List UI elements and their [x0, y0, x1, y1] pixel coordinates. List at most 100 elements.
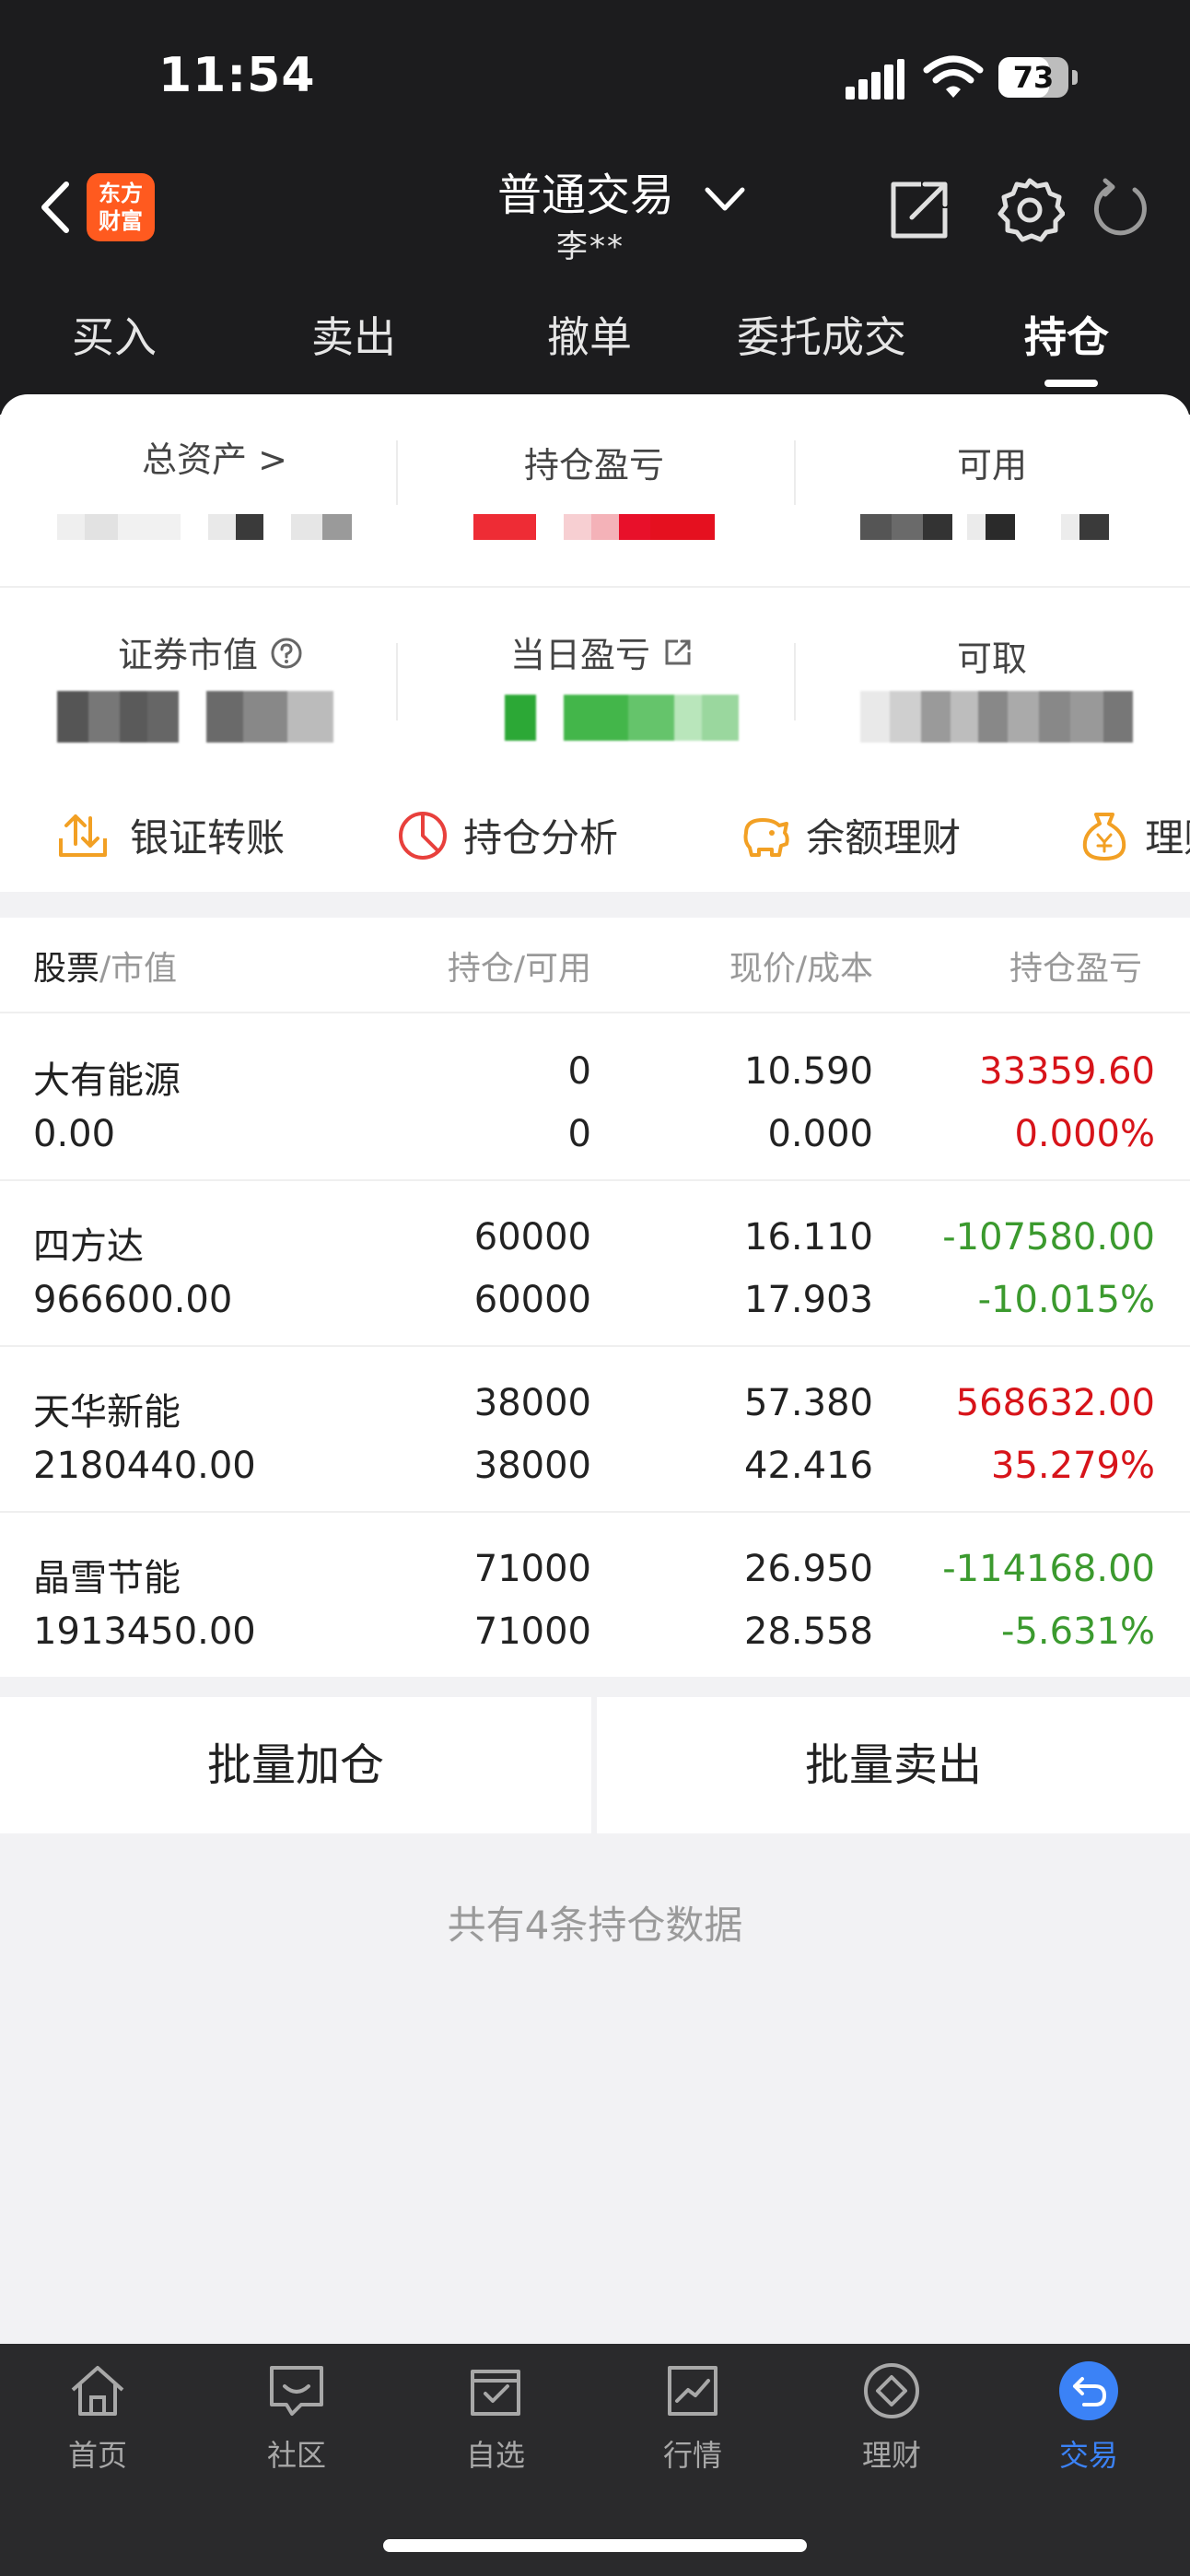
battery-level: 73	[1012, 60, 1055, 95]
help-icon[interactable]	[269, 636, 304, 671]
withdrawable-masked	[860, 691, 1133, 743]
table-row[interactable]: 晶雪节能 1913450.00 71000 71000 26.950 28.558 -114…	[0, 1513, 1190, 1679]
holding-qty: 71000	[473, 1548, 591, 1590]
available-qty: 71000	[473, 1610, 591, 1653]
wifi-icon	[923, 55, 984, 98]
battery-icon: 73	[998, 57, 1078, 98]
cost-price: 17.903	[744, 1279, 873, 1321]
transfer-icon	[59, 814, 107, 857]
total-assets-label[interactable]: 总资产 >	[17, 431, 413, 482]
holding-qty: 38000	[473, 1382, 591, 1424]
daily-pnl-label[interactable]: 当日盈亏	[510, 626, 694, 677]
cost-price: 0.000	[767, 1113, 873, 1155]
available-qty: 0	[567, 1113, 591, 1155]
current-price: 16.110	[744, 1216, 873, 1259]
trade-icon	[1059, 2361, 1118, 2420]
account-user: 李**	[556, 228, 624, 265]
market-value: 1913450.00	[33, 1610, 256, 1653]
watchlist-icon	[471, 2370, 520, 2416]
position-pnl-pct: 35.279%	[991, 1445, 1155, 1487]
stock-name: 四方达	[33, 1225, 144, 1268]
external-link-icon[interactable]	[661, 636, 694, 669]
pie-chart-icon	[399, 812, 447, 860]
stock-name: 大有能源	[33, 1060, 181, 1102]
available-qty: 60000	[473, 1279, 591, 1321]
cellular-signal-icon	[846, 59, 904, 100]
cost-price: 42.416	[744, 1445, 873, 1487]
position-pnl: -107580.00	[942, 1216, 1155, 1259]
position-pnl: -114168.00	[942, 1548, 1155, 1590]
total-assets-value-masked	[57, 514, 361, 540]
nav-trade[interactable]: 交易	[1015, 2359, 1162, 2488]
quick-action-balance-wealth[interactable]: 余额理财	[737, 807, 961, 863]
tab-positions[interactable]: 持仓	[1024, 304, 1109, 365]
stock-name: 晶雪节能	[33, 1557, 181, 1599]
gear-icon[interactable]	[995, 175, 1065, 245]
diamond-icon	[864, 2363, 919, 2418]
quick-action-bank-transfer[interactable]: 银证转账	[55, 807, 285, 863]
account-type-title[interactable]: 普通交易	[497, 158, 674, 223]
home-icon	[71, 2366, 124, 2416]
home-indicator	[383, 2539, 807, 2552]
chevron-down-icon[interactable]	[702, 181, 748, 217]
stock-name: 天华新能	[33, 1391, 181, 1434]
app-logo: 东方 财富	[87, 173, 155, 241]
nav-watchlist[interactable]: 自选	[422, 2359, 569, 2488]
active-tab-indicator	[1044, 380, 1098, 387]
table-row[interactable]: 大有能源 0.00 0 0 10.590 0.000 33359.60 0.000%	[0, 1015, 1190, 1181]
position-pnl-value-masked	[473, 514, 715, 540]
current-price: 57.380	[744, 1382, 873, 1424]
back-arrow-icon[interactable]	[33, 175, 79, 240]
chat-icon	[270, 2366, 323, 2416]
asset-summary-card: 总资产 > 持仓盈亏 可用 证券市值 当日盈亏 可取 银证转账 持仓分析 余额理…	[0, 394, 1190, 892]
nav-home[interactable]: 首页	[24, 2359, 171, 2488]
tab-sell[interactable]: 卖出	[311, 304, 396, 365]
quick-action-wealth[interactable]: 理财	[1078, 807, 1190, 863]
tab-buy[interactable]: 买入	[72, 304, 157, 365]
available-qty: 38000	[473, 1445, 591, 1487]
positions-count-text: 共有4条持仓数据	[447, 1903, 743, 1948]
market-value: 0.00	[33, 1113, 116, 1155]
quick-action-position-analysis[interactable]: 持仓分析	[396, 807, 618, 863]
top-bar: 11:54 73 东方 财富 普通交易 李** 买入 卖出 撤单 委托成交 持仓	[0, 0, 1190, 415]
current-price: 26.950	[744, 1548, 873, 1590]
batch-sell-button[interactable]: 批量卖出	[597, 1697, 1190, 1833]
positions-table: 股票/市值 持仓/可用 现价/成本 持仓盈亏 大有能源 0.00 0 0 10.590 0…	[0, 918, 1190, 1677]
market-value: 2180440.00	[33, 1445, 256, 1487]
table-row[interactable]: 天华新能 2180440.00 38000 38000 57.380 42.416 5686…	[0, 1347, 1190, 1513]
nav-community[interactable]: 社区	[223, 2359, 370, 2488]
nav-wealth[interactable]: 理财	[818, 2359, 965, 2488]
position-pnl-label: 持仓盈亏	[523, 445, 664, 486]
market-value: 966600.00	[33, 1279, 233, 1321]
position-pnl-pct: -10.015%	[977, 1279, 1155, 1321]
table-row[interactable]: 四方达 966600.00 60000 60000 16.110 17.903 -10758…	[0, 1181, 1190, 1347]
col-header-stock: 股票/市值	[33, 950, 178, 988]
current-price: 10.590	[744, 1050, 873, 1093]
refresh-icon[interactable]	[1087, 177, 1153, 243]
status-time: 11:54	[158, 48, 316, 103]
holding-qty: 60000	[473, 1216, 591, 1259]
position-pnl: 568632.00	[955, 1382, 1155, 1424]
available-label: 可用	[956, 445, 1027, 486]
available-value-masked	[860, 514, 1133, 540]
col-header-pnl: 持仓盈亏	[1009, 950, 1143, 988]
piggy-bank-icon	[743, 818, 789, 857]
position-pnl: 33359.60	[979, 1050, 1155, 1093]
nav-market[interactable]: 行情	[619, 2359, 766, 2488]
withdrawable-label: 可取	[956, 638, 1027, 679]
position-pnl-pct: -5.631%	[1001, 1610, 1155, 1653]
share-icon[interactable]	[884, 175, 954, 245]
market-value-masked	[57, 691, 352, 743]
daily-pnl-masked	[505, 695, 746, 741]
holding-qty: 0	[567, 1050, 591, 1093]
tab-cancel-order[interactable]: 撤单	[547, 304, 632, 365]
cost-price: 28.558	[744, 1610, 873, 1653]
batch-add-button[interactable]: 批量加仓	[0, 1697, 591, 1833]
col-header-price: 现价/成本	[729, 950, 873, 988]
tab-orders-trades[interactable]: 委托成交	[737, 304, 906, 365]
money-bag-icon	[1082, 813, 1126, 861]
position-pnl-pct: 0.000%	[1014, 1113, 1155, 1155]
col-header-holding: 持仓/可用	[447, 950, 591, 988]
market-chart-icon	[668, 2366, 718, 2416]
market-value-label: 证券市值	[118, 626, 304, 677]
